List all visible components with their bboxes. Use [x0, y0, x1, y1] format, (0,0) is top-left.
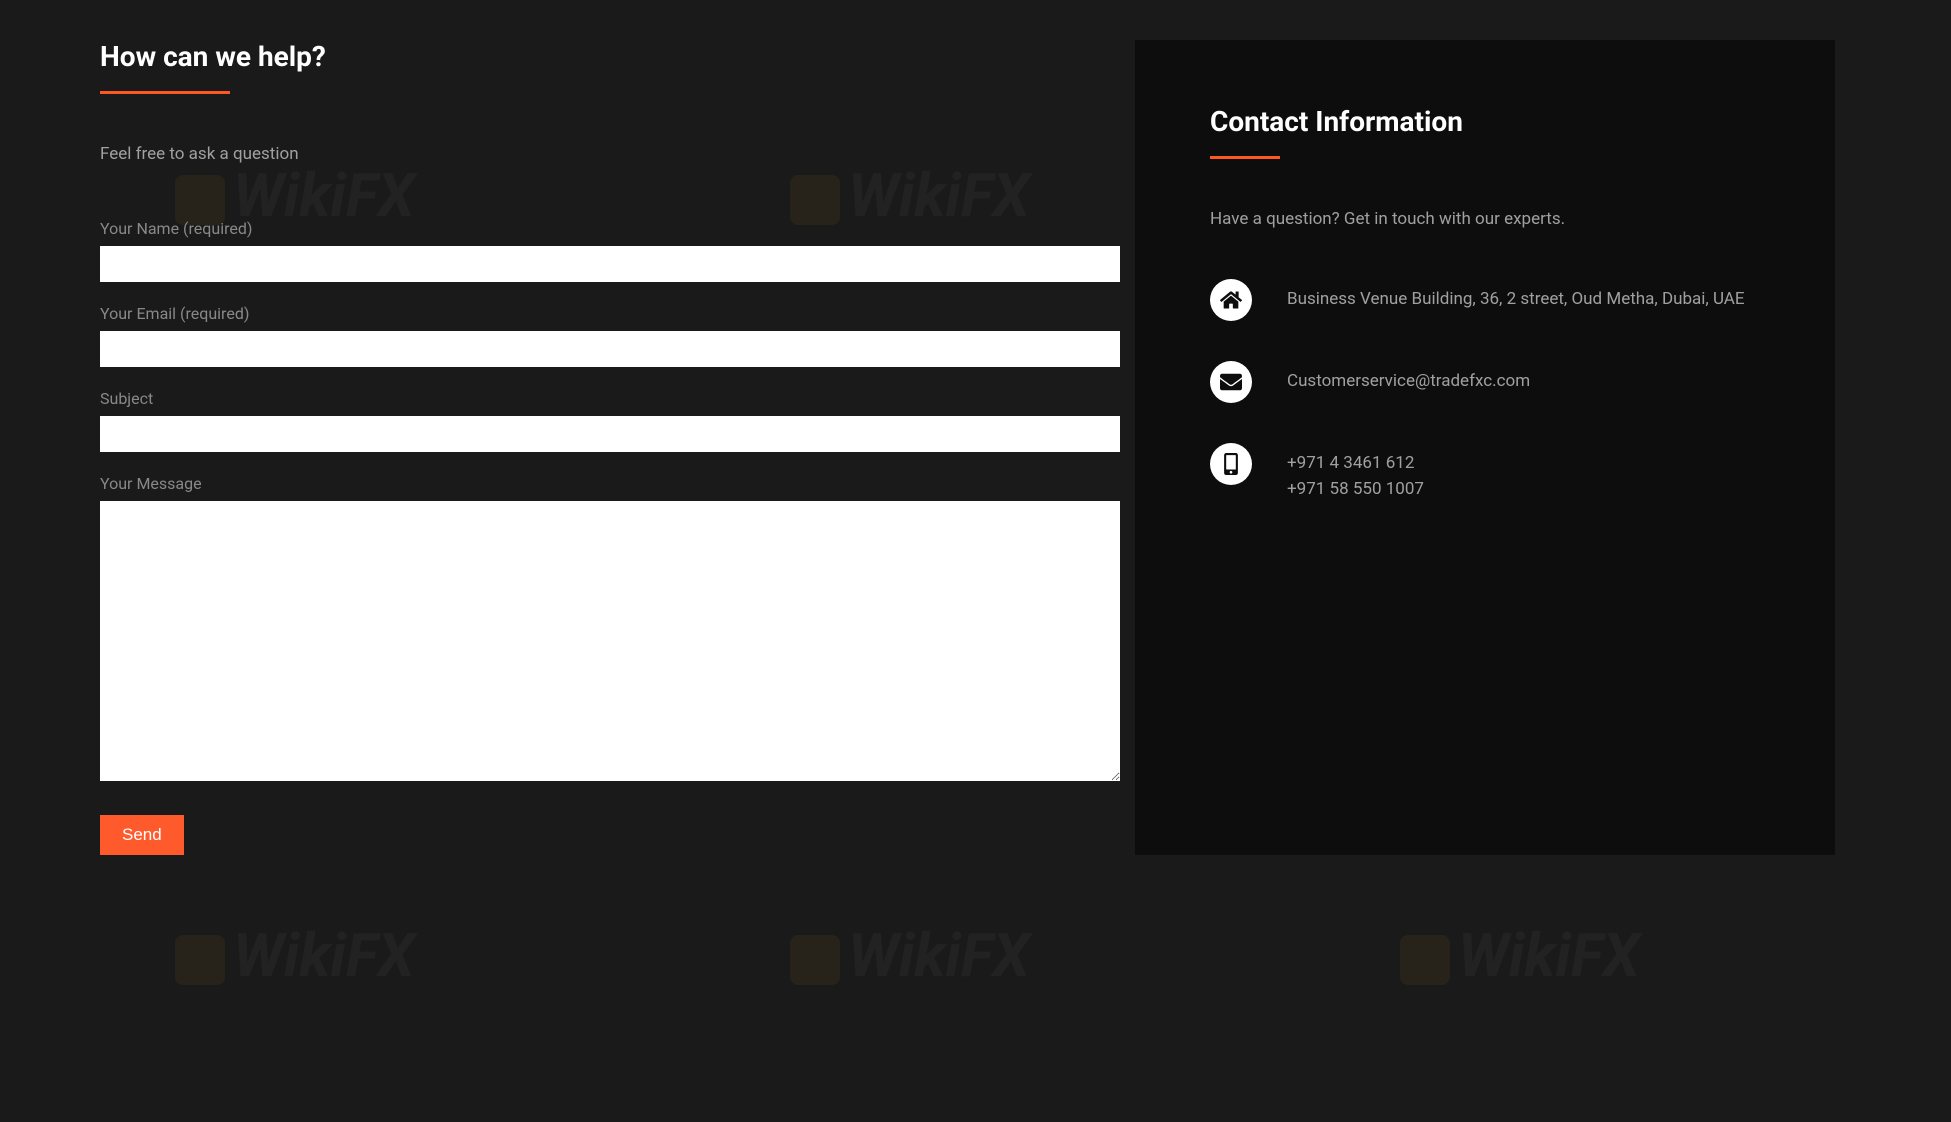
contact-email-item: Customerservice@tradefxc.com [1210, 361, 1760, 403]
email-field-group: Your Email (required) [100, 304, 1120, 367]
phone-line-2: +971 58 550 1007 [1287, 477, 1424, 503]
name-input[interactable] [100, 246, 1120, 282]
subject-field-group: Subject [100, 389, 1120, 452]
watermark: WikiFX [175, 920, 415, 991]
phone-text: +971 4 3461 612 +971 58 550 1007 [1287, 443, 1424, 502]
contact-address-item: Business Venue Building, 36, 2 street, O… [1210, 279, 1760, 321]
sidebar-title: Contact Information [1210, 105, 1760, 138]
contact-info-sidebar: Contact Information Have a question? Get… [1135, 40, 1835, 855]
contact-form-section: How can we help? Feel free to ask a ques… [100, 40, 1120, 855]
subject-input[interactable] [100, 416, 1120, 452]
contact-phone-item: +971 4 3461 612 +971 58 550 1007 [1210, 443, 1760, 502]
address-text: Business Venue Building, 36, 2 street, O… [1287, 279, 1745, 313]
subject-label: Subject [100, 389, 1120, 408]
watermark: WikiFX [790, 920, 1030, 991]
sidebar-subtitle: Have a question? Get in touch with our e… [1210, 209, 1760, 229]
message-field-group: Your Message [100, 474, 1120, 785]
title-underline [100, 91, 230, 94]
email-label: Your Email (required) [100, 304, 1120, 323]
name-field-group: Your Name (required) [100, 219, 1120, 282]
message-textarea[interactable] [100, 501, 1120, 781]
home-icon [1210, 279, 1252, 321]
watermark: WikiFX [1400, 920, 1640, 991]
name-label: Your Name (required) [100, 219, 1120, 238]
email-text: Customerservice@tradefxc.com [1287, 361, 1530, 395]
send-button[interactable]: Send [100, 815, 184, 855]
sidebar-underline [1210, 156, 1280, 159]
phone-line-1: +971 4 3461 612 [1287, 451, 1424, 477]
email-input[interactable] [100, 331, 1120, 367]
message-label: Your Message [100, 474, 1120, 493]
envelope-icon [1210, 361, 1252, 403]
form-subtitle: Feel free to ask a question [100, 144, 1120, 164]
form-title: How can we help? [100, 40, 1120, 73]
mobile-icon [1210, 443, 1252, 485]
